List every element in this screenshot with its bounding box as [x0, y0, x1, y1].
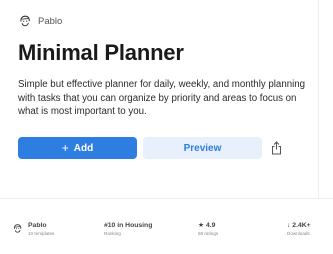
- stat-downloads-label: Downloads: [287, 231, 310, 236]
- add-button-label: Add: [73, 142, 94, 154]
- stat-downloads: ↓ 2.4K+ Downloads: [287, 221, 311, 237]
- action-bar: + Add Preview: [18, 137, 283, 159]
- template-description: Simple but effective planner for daily, …: [18, 79, 306, 118]
- stat-author-name: Pablo: [28, 222, 47, 229]
- side-panel-edge: [318, 0, 333, 198]
- author-row[interactable]: Pablo: [18, 13, 62, 29]
- page-title: Minimal Planner: [18, 40, 184, 65]
- stat-author-sub: 10 templates: [28, 231, 55, 236]
- stat-rating-value: ★ 4.9: [198, 222, 216, 229]
- stat-author[interactable]: Pablo 10 templates: [12, 221, 54, 237]
- stat-downloads-value: ↓ 2.4K+: [287, 222, 311, 229]
- preview-button[interactable]: Preview: [143, 137, 262, 159]
- share-button[interactable]: [269, 140, 283, 156]
- author-avatar-icon: [13, 224, 22, 233]
- add-button[interactable]: + Add: [18, 137, 137, 159]
- stat-rating-label: 58 ratings: [198, 231, 219, 236]
- plus-icon: +: [61, 141, 69, 155]
- stat-rating: ★ 4.9 58 ratings: [198, 221, 218, 237]
- template-page: Pablo Minimal Planner Simple but effecti…: [0, 0, 333, 254]
- share-icon: [271, 141, 281, 155]
- stats-bar: Pablo 10 templates #10 in Housing Rankin…: [0, 199, 333, 254]
- stat-ranking-value: #10 in Housing: [104, 222, 153, 229]
- avatar-icon: [20, 15, 30, 27]
- stat-ranking[interactable]: #10 in Housing Ranking: [104, 221, 152, 237]
- stat-ranking-label: Ranking: [104, 231, 121, 236]
- author-name[interactable]: Pablo: [38, 16, 62, 27]
